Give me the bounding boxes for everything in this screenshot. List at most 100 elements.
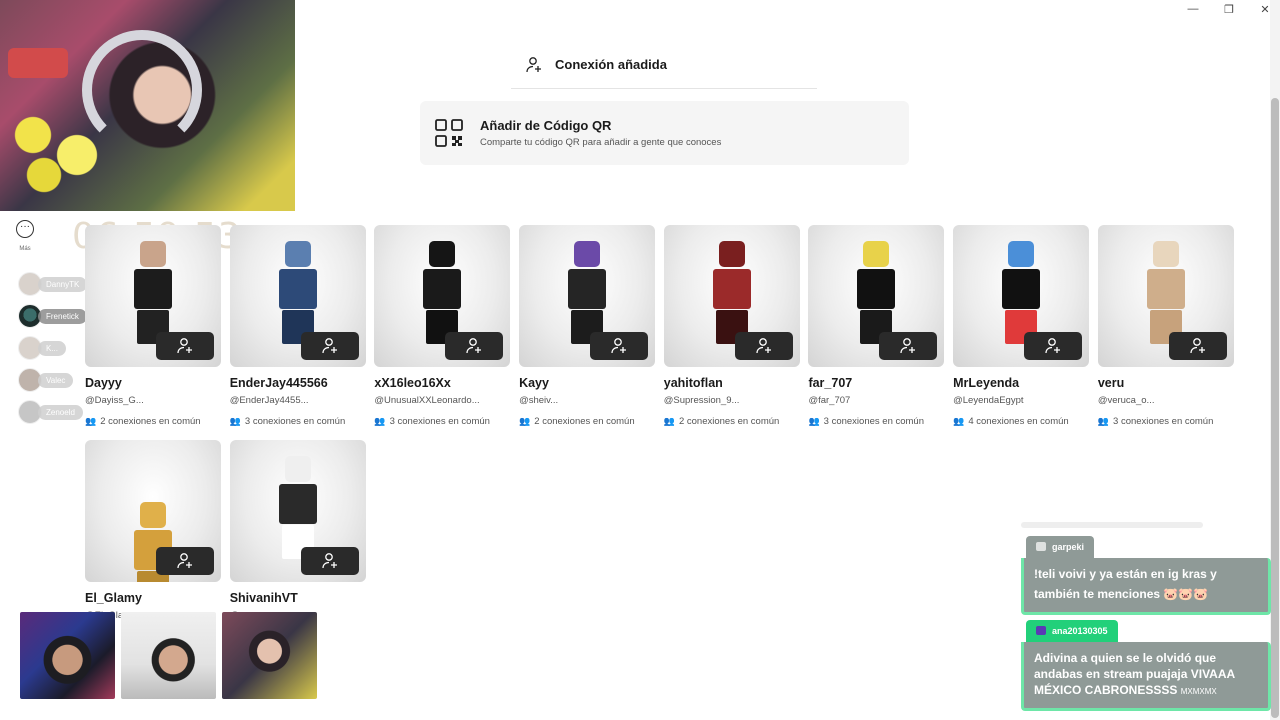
user-display-name[interactable]: yahitoflan bbox=[664, 376, 800, 390]
mutual-connections-text: 2 conexiones en común bbox=[100, 416, 201, 427]
people-icon: 👥 bbox=[808, 416, 820, 426]
avatar-torso bbox=[1146, 269, 1185, 309]
person-add-icon bbox=[177, 338, 192, 354]
friend-item[interactable]: DannyTK bbox=[18, 272, 88, 296]
avatar-thumbnail[interactable] bbox=[1097, 225, 1234, 367]
add-connection-button[interactable] bbox=[1168, 332, 1227, 360]
avatar-thumbnail[interactable] bbox=[663, 225, 800, 367]
mutual-connections-text: 2 conexiones en común bbox=[534, 416, 635, 427]
user-display-name[interactable]: El_Glamy bbox=[85, 591, 221, 605]
qr-code-icon bbox=[435, 119, 463, 147]
user-display-name[interactable]: far_707 bbox=[808, 376, 944, 390]
avatar-torso bbox=[1002, 269, 1041, 309]
mutual-connections-text: 3 conexiones en común bbox=[1113, 416, 1214, 427]
user-display-name[interactable]: Dayyy bbox=[85, 376, 221, 390]
add-connection-button[interactable] bbox=[734, 332, 793, 360]
add-connection-button[interactable] bbox=[1024, 332, 1083, 360]
person-add-icon bbox=[177, 553, 192, 569]
user-display-name[interactable]: EnderJay445566 bbox=[230, 376, 366, 390]
add-qr-code-item[interactable]: Añadir de Código QR Comparte tu código Q… bbox=[420, 101, 909, 165]
avatar-thumbnail[interactable] bbox=[808, 225, 945, 367]
minimize-icon[interactable]: — bbox=[1186, 3, 1200, 15]
more-button[interactable]: ··· Más bbox=[14, 220, 36, 252]
chat-suffix: MXMXMX bbox=[1180, 687, 1217, 696]
qr-subtitle: Comparte tu código QR para añadir a gent… bbox=[480, 137, 722, 148]
avatar-thumbnail[interactable] bbox=[519, 225, 656, 367]
user-badge-icon bbox=[1036, 626, 1046, 635]
mutual-connections: 👥 2 conexiones en común bbox=[519, 416, 655, 427]
person-add-icon bbox=[1190, 338, 1205, 354]
user-handle: @UnusualXXLeonardo... bbox=[374, 395, 480, 406]
user-card[interactable]: Dayyy @Dayiss_G... 👥 2 conexiones en común bbox=[85, 225, 221, 440]
user-card[interactable]: far_707 @far_707 👥 3 conexiones en común bbox=[808, 225, 945, 440]
window-controls: — ❐ ✕ bbox=[1186, 0, 1272, 18]
user-card[interactable]: Kayy @sheiv... 👥 2 conexiones en común bbox=[519, 225, 656, 440]
chat-username: garpeki bbox=[1052, 542, 1085, 552]
user-display-name[interactable]: xX16leo16Xx bbox=[374, 376, 510, 390]
friend-item[interactable]: Zenoeld bbox=[18, 400, 87, 424]
user-display-name[interactable]: ShivanihVT bbox=[230, 591, 366, 605]
chat-username: ana20130305 bbox=[1052, 626, 1108, 636]
user-display-name[interactable]: veru bbox=[1098, 376, 1234, 390]
avatar-thumbnail[interactable] bbox=[229, 225, 366, 367]
person-add-icon bbox=[322, 338, 337, 354]
people-icon: 👥 bbox=[1097, 416, 1110, 426]
user-card[interactable]: veru @veruca_o... 👥 3 conexiones en común bbox=[1097, 225, 1234, 440]
user-display-name[interactable]: MrLeyenda bbox=[953, 376, 1089, 390]
avatar-torso bbox=[134, 269, 172, 309]
scrollbar[interactable] bbox=[1270, 0, 1280, 720]
user-display-name[interactable]: Kayy bbox=[519, 376, 655, 390]
webcam-overlay-row bbox=[20, 612, 317, 699]
avatar-head bbox=[863, 241, 890, 267]
friend-item[interactable]: Valec bbox=[18, 368, 87, 392]
user-card[interactable]: EnderJay445566 @EnderJay4455... 👥 3 conexio… bbox=[229, 225, 366, 440]
add-connection-button[interactable] bbox=[445, 332, 504, 360]
friend-name: Zenoeld bbox=[38, 404, 83, 420]
avatar-torso bbox=[857, 269, 896, 309]
avatar-head bbox=[284, 456, 311, 482]
mutual-connections-text: 3 conexiones en común bbox=[389, 416, 490, 427]
avatar-thumbnail[interactable] bbox=[229, 440, 366, 582]
user-handle: @Supression_9... bbox=[663, 395, 740, 406]
person-add-icon bbox=[900, 338, 916, 354]
friend-name: K... bbox=[38, 340, 67, 356]
add-connection-button[interactable] bbox=[590, 332, 649, 360]
add-connection-button[interactable] bbox=[879, 332, 938, 360]
friend-item[interactable]: Frenetick bbox=[18, 304, 87, 328]
mutual-connections: 👥 3 conexiones en común bbox=[230, 416, 366, 427]
mutual-connections-text: 3 conexiones en común bbox=[823, 416, 924, 427]
mutual-connections-text: 3 conexiones en común bbox=[244, 416, 346, 427]
add-connection-button[interactable] bbox=[300, 547, 359, 575]
mutual-connections: 👥 3 conexiones en común bbox=[374, 416, 510, 427]
avatar-torso bbox=[278, 269, 317, 309]
user-badge-icon bbox=[1036, 542, 1046, 551]
avatar-head bbox=[429, 241, 456, 267]
avatar-thumbnail[interactable] bbox=[85, 225, 221, 367]
friend-name: Valec bbox=[38, 372, 74, 388]
connection-added-item[interactable]: Conexión añadida bbox=[511, 41, 817, 89]
mutual-connections: 👥 2 conexiones en común bbox=[85, 416, 221, 427]
restore-icon[interactable]: ❐ bbox=[1222, 3, 1236, 16]
avatar-head bbox=[1008, 241, 1035, 267]
mutual-connections: 👥 4 conexiones en común bbox=[953, 416, 1089, 427]
mutual-connections: 👥 3 conexiones en común bbox=[808, 416, 944, 427]
chat-divider bbox=[1021, 522, 1203, 528]
user-card[interactable]: yahitoflan @Supression_9... 👥 2 conexiones … bbox=[663, 225, 800, 440]
chat-message: garpeki !teli voivi y ya están en ig kra… bbox=[1021, 536, 1271, 615]
chat-emotes: 🐷🐷🐷 bbox=[1163, 587, 1209, 601]
user-card[interactable]: MrLeyenda @LeyendaEgypt 👥 4 conexiones en c… bbox=[953, 225, 1090, 440]
user-handle: @sheiv... bbox=[519, 395, 559, 406]
people-icon: 👥 bbox=[229, 416, 241, 426]
add-connection-button[interactable] bbox=[156, 547, 214, 575]
add-connection-button[interactable] bbox=[300, 332, 359, 360]
user-handle: @LeyendaEgypt bbox=[953, 395, 1024, 406]
avatar-figure bbox=[1146, 241, 1185, 344]
user-card[interactable]: xX16leo16Xx @UnusualXXLeonardo... 👥 3 conex… bbox=[374, 225, 511, 440]
scrollbar-thumb[interactable] bbox=[1271, 98, 1279, 718]
avatar-thumbnail[interactable] bbox=[953, 225, 1090, 367]
friend-item[interactable]: K... bbox=[18, 336, 87, 360]
add-connection-button[interactable] bbox=[156, 332, 214, 360]
avatar-figure bbox=[568, 241, 607, 344]
avatar-thumbnail[interactable] bbox=[374, 225, 511, 367]
avatar-thumbnail[interactable] bbox=[85, 440, 221, 582]
